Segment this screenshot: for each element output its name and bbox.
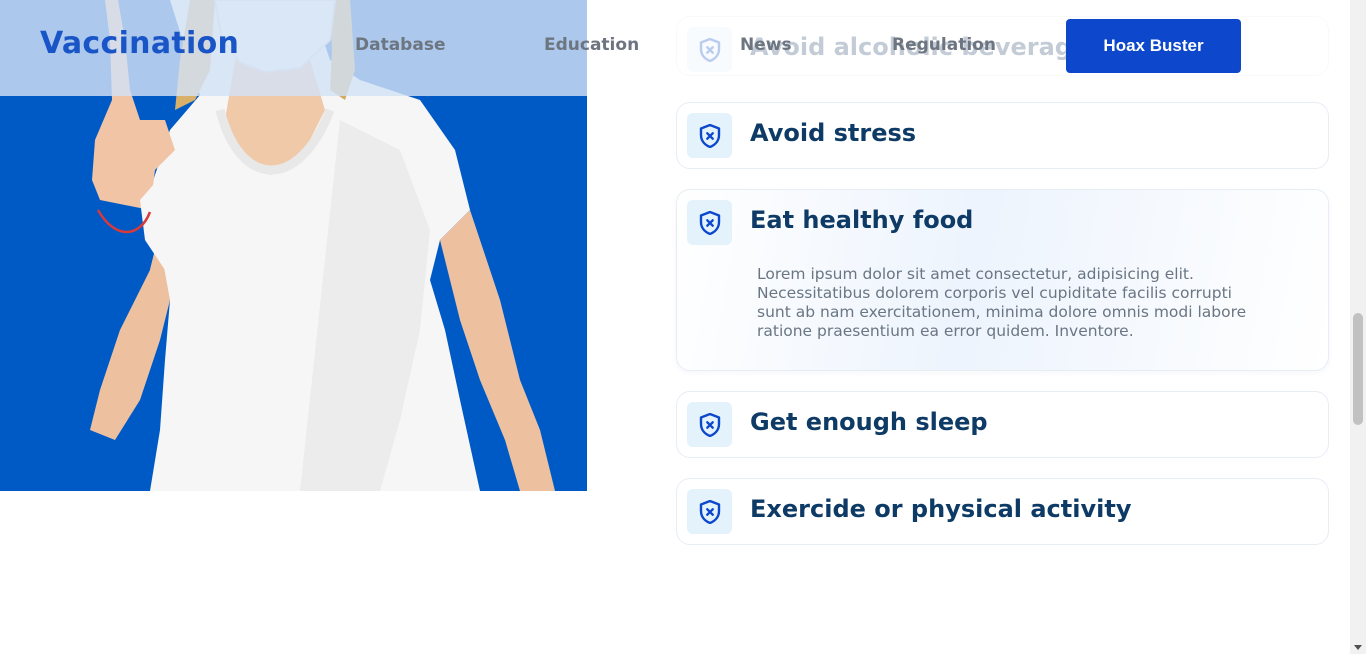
accordion-title: Get enough sleep [750, 408, 988, 436]
accordion-title: Exercide or physical activity [750, 495, 1132, 523]
shield-icon [687, 200, 732, 245]
brand-logo[interactable]: Vaccination [40, 26, 239, 61]
shield-icon [687, 489, 732, 534]
nav-regulation[interactable]: Regulation [892, 35, 996, 55]
page-scrollbar[interactable] [1350, 0, 1366, 654]
nav-news[interactable]: News [740, 35, 792, 55]
shield-icon [687, 113, 732, 158]
scrollbar-thumb[interactable] [1353, 313, 1363, 425]
shield-icon [687, 402, 732, 447]
scroll-down-arrow-icon[interactable] [1354, 645, 1362, 650]
accordion-title: Avoid stress [750, 119, 917, 147]
nav-database[interactable]: Database [355, 35, 445, 55]
nav-education[interactable]: Education [544, 35, 639, 55]
navbar: Vaccination Database Education News Regu… [0, 0, 1350, 96]
accordion-body: Lorem ipsum dolor sit amet consectetur, … [757, 265, 1247, 340]
accordion-title: Eat healthy food [750, 206, 974, 234]
accordion-item-get-enough-sleep[interactable]: Get enough sleep [676, 391, 1329, 458]
accordion-item-avoid-stress[interactable]: Avoid stress [676, 102, 1329, 169]
accordion-item-eat-healthy-food[interactable]: Eat healthy food Lorem ipsum dolor sit a… [676, 189, 1329, 371]
hoax-buster-button[interactable]: Hoax Buster [1066, 19, 1241, 73]
accordion-item-exercise[interactable]: Exercide or physical activity [676, 478, 1329, 545]
